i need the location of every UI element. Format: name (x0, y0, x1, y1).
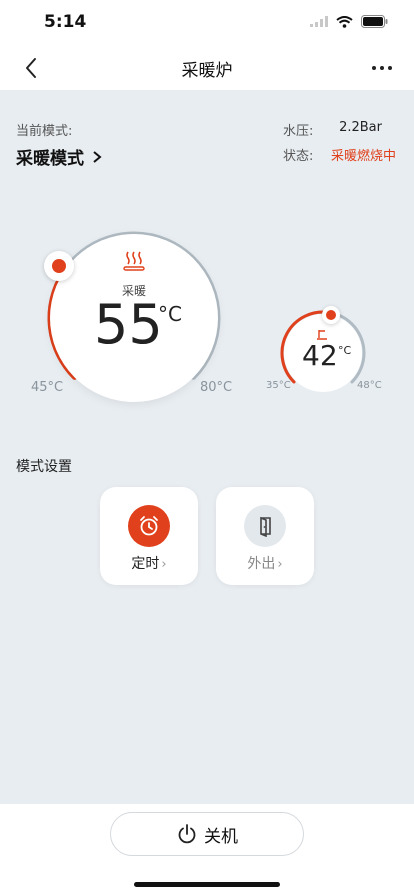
bottom-bar: 关机 (0, 804, 414, 896)
status-bar: 5:14 (0, 0, 414, 46)
battery-icon (361, 15, 388, 28)
water-max-temp: 48°C (357, 380, 382, 391)
chevron-right-icon: › (277, 557, 283, 572)
water-temperature-dial[interactable]: 42 °C (278, 306, 368, 398)
away-mode-label: 外出 › (247, 556, 283, 572)
page-title: 采暖炉 (181, 61, 233, 81)
door-exit-icon (260, 516, 271, 537)
home-indicator (134, 882, 280, 887)
alarm-clock-icon (140, 516, 158, 536)
pressure-label: 水压: (283, 124, 314, 139)
current-mode-link[interactable]: 采暖模式 (16, 144, 102, 169)
heating-dial-knob[interactable] (44, 251, 74, 281)
status-time: 5:14 (44, 12, 87, 32)
away-icon-circle (244, 505, 286, 547)
status-value: 采暖燃烧中 (330, 149, 396, 164)
power-icon (178, 824, 196, 844)
more-icon[interactable] (368, 54, 396, 82)
water-min-temp: 35°C (266, 380, 291, 391)
radiator-heat-icon (123, 251, 145, 271)
status-label: 状态: (283, 149, 314, 164)
heating-temp-value: 55 (94, 293, 163, 356)
nav-bar: 采暖炉 (0, 46, 414, 90)
water-temp-unit: °C (338, 344, 352, 357)
water-dial-knob[interactable] (322, 306, 340, 324)
pressure-value: 2.2Bar (339, 120, 382, 135)
heating-temp-unit: °C (158, 302, 182, 326)
current-mode-value: 采暖模式 (16, 149, 84, 169)
mode-label: 当前模式: (16, 124, 73, 139)
timer-icon-circle (128, 505, 170, 547)
timer-mode-card[interactable]: 定时 › (100, 487, 198, 585)
water-temp-value: 42 (302, 339, 338, 372)
power-off-label: 关机 (204, 826, 238, 847)
status-icons (310, 15, 388, 28)
chevron-right-icon (93, 151, 102, 163)
chevron-right-icon: › (161, 557, 167, 572)
away-mode-card[interactable]: 外出 › (216, 487, 314, 585)
wifi-icon (336, 15, 353, 28)
heating-min-temp: 45°C (31, 380, 64, 395)
heating-max-temp: 80°C (200, 380, 233, 395)
power-off-button[interactable]: 关机 (110, 812, 304, 856)
signal-icon (310, 16, 328, 27)
main-content: 当前模式: 采暖模式 水压: 2.2Bar 状态: 采暖燃烧中 采暖 55 °C… (0, 90, 414, 804)
timer-mode-label: 定时 › (131, 556, 167, 572)
mode-settings-title: 模式设置 (16, 459, 72, 475)
